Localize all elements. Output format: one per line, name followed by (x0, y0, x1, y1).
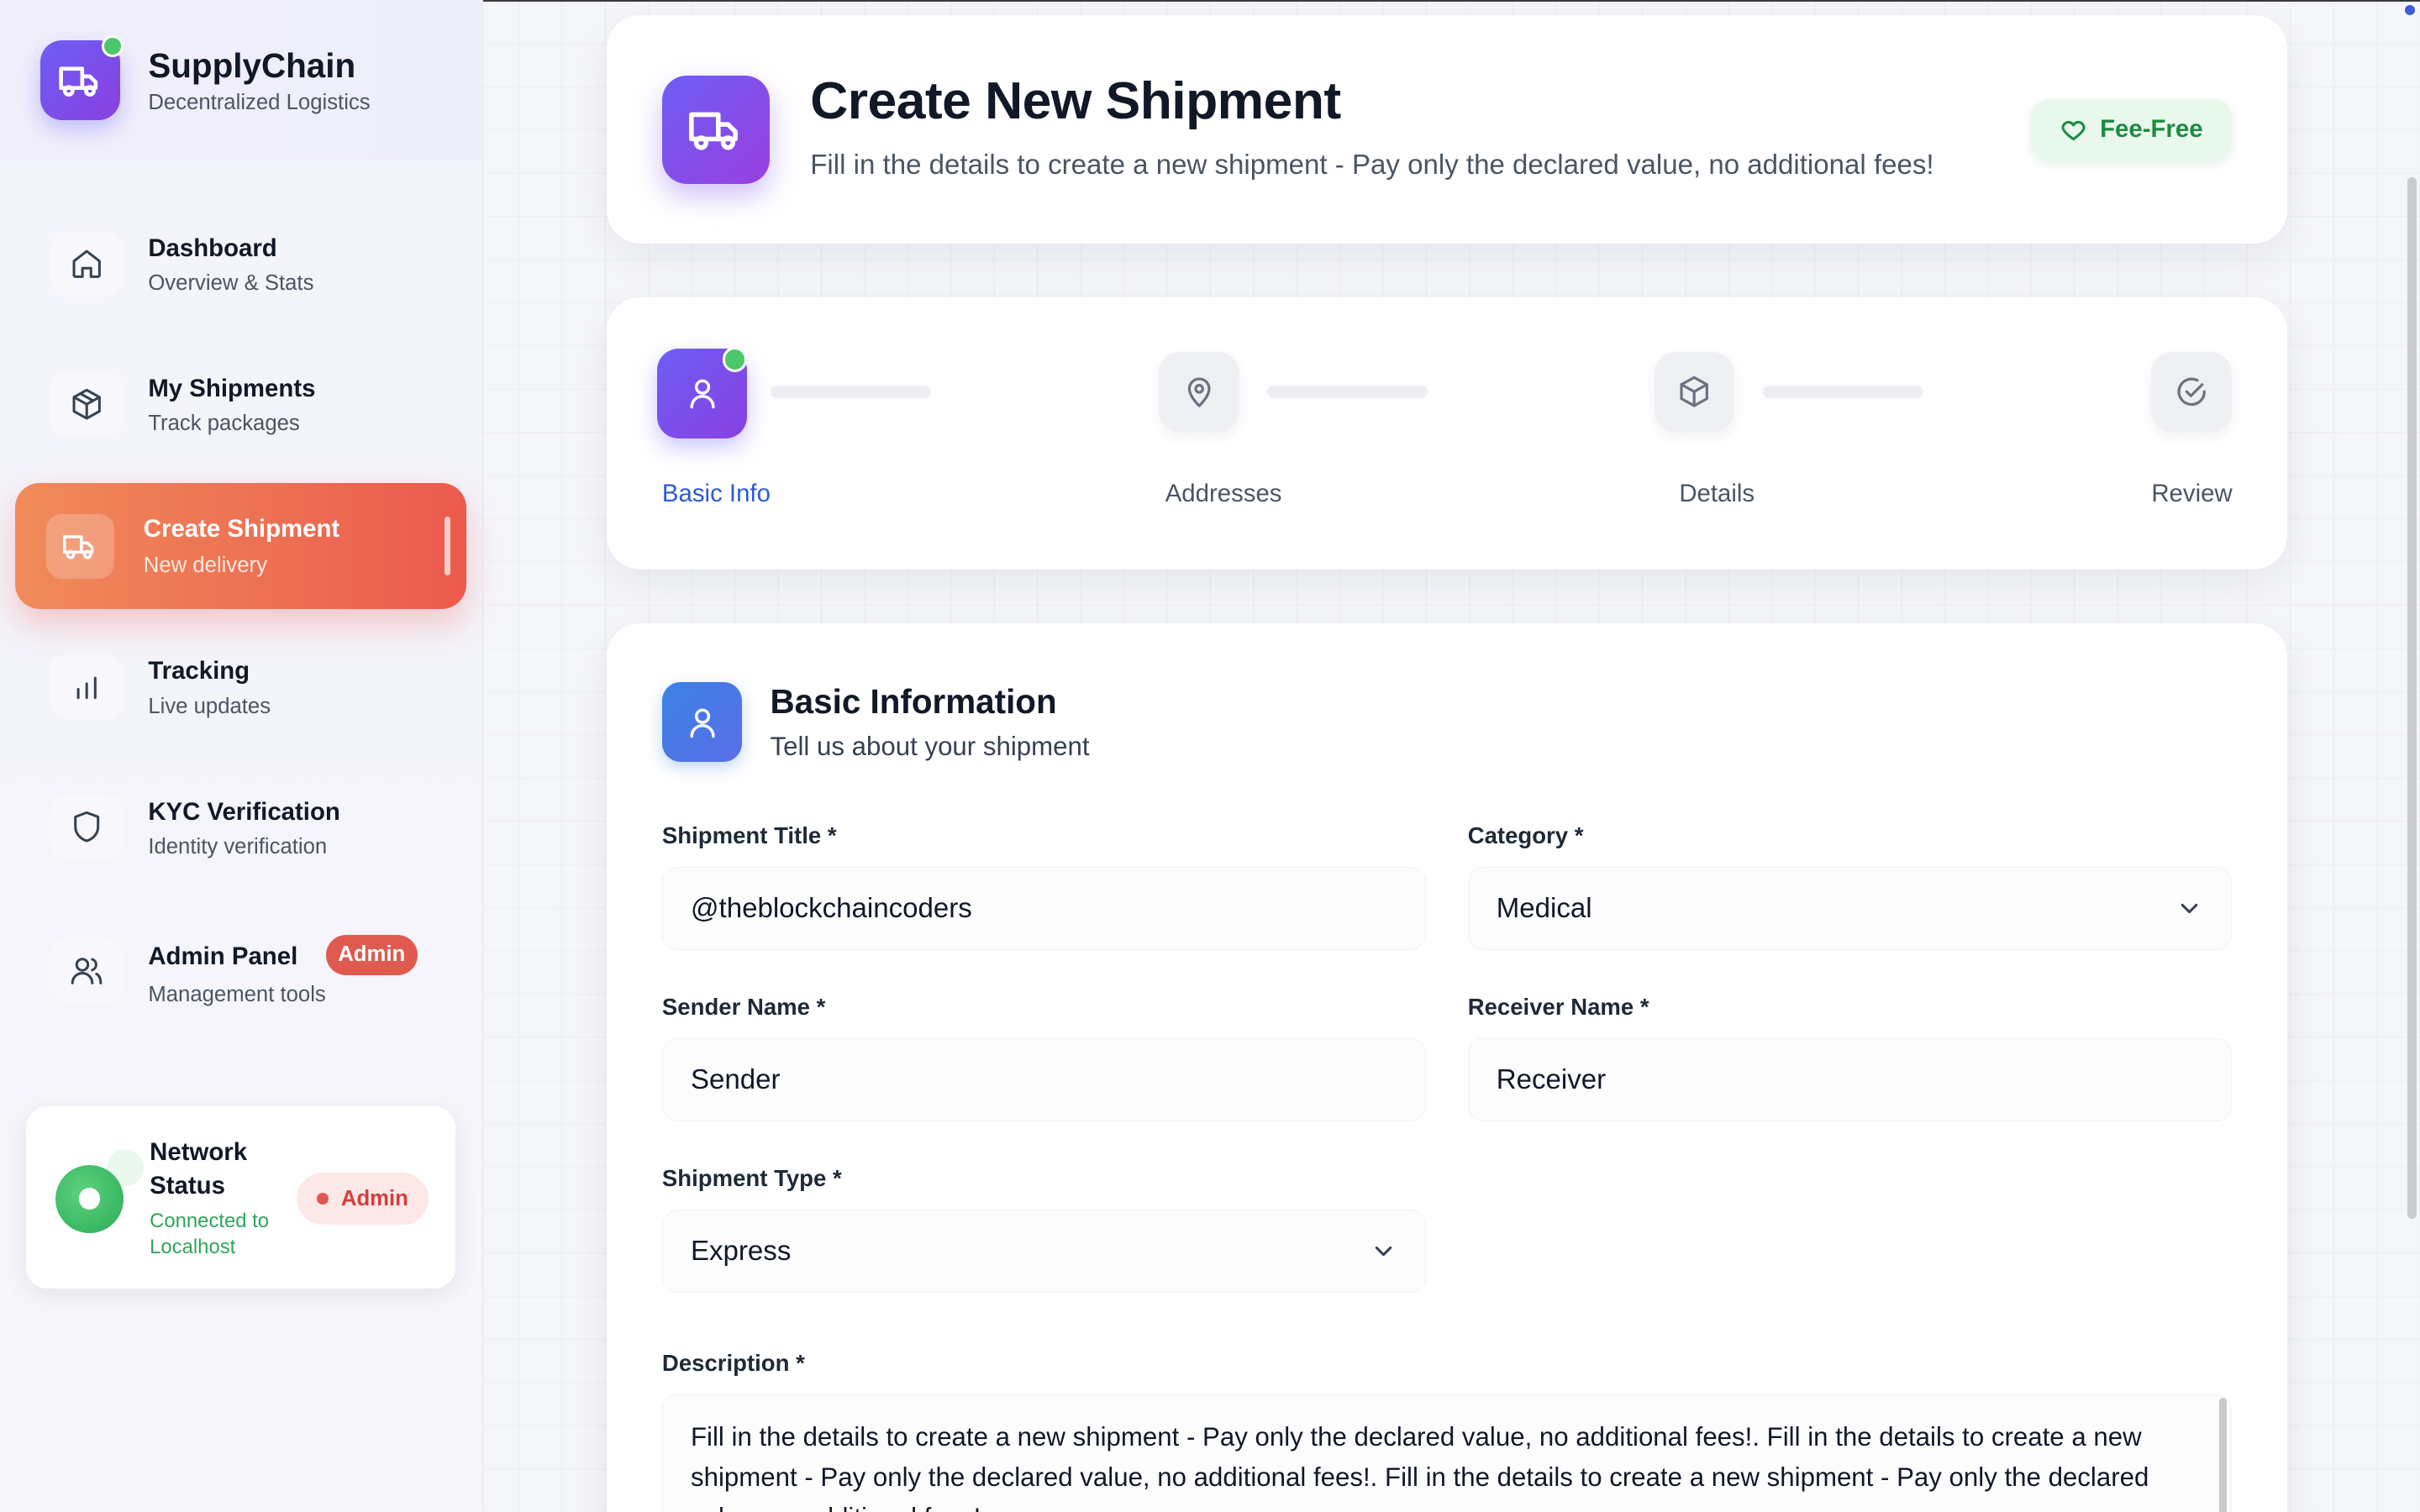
package-icon (1680, 376, 1709, 407)
shipment-type-select[interactable]: Express (661, 1209, 1427, 1294)
status-dot-icon (316, 1192, 329, 1205)
progress-steps-card: Basic Info Addresses Details Review (606, 297, 2287, 570)
fee-free-label: Fee-Free (2100, 115, 2203, 144)
header-icon (661, 75, 771, 184)
sidebar-item-title: Admin Panel (148, 942, 298, 971)
receiver-name-value: Receiver (1496, 1063, 1607, 1095)
sidebar-item-create-shipment[interactable]: Create Shipment New delivery (15, 482, 466, 610)
step-label-review[interactable]: Review (2151, 480, 2232, 508)
sidebar-item-title: Create Shipment (143, 515, 340, 543)
online-indicator (102, 35, 124, 57)
step-connector (1762, 386, 1923, 398)
sidebar-item-subtitle: Track packages (148, 412, 300, 436)
page-title: Create New Shipment (810, 71, 1341, 131)
sidebar-item-title: Dashboard (148, 234, 277, 263)
user-icon (690, 379, 715, 409)
truck-icon (59, 66, 98, 97)
cursor-indicator (2404, 4, 2416, 16)
step-complete-indicator (722, 347, 747, 372)
sidebar-item-my-shipments[interactable]: My Shipments Track packages (15, 341, 466, 468)
brand-subtitle: Decentralized Logistics (148, 91, 371, 115)
step-connector (1266, 386, 1428, 398)
sidebar-item-subtitle: Live updates (148, 694, 271, 718)
sidebar-item-subtitle: Management tools (148, 982, 326, 1006)
category-label: Category * (1467, 822, 1584, 848)
brand-title: SupplyChain (148, 46, 356, 86)
chevron-down-icon (1370, 1237, 1397, 1265)
section-title: Basic Information (770, 681, 1057, 721)
step-review[interactable] (2151, 351, 2232, 433)
sidebar: SupplyChain Decentralized Logistics Dash… (0, 0, 483, 1512)
sidebar-item-title: My Shipments (148, 375, 316, 403)
step-connector (770, 386, 931, 398)
page-header-card: Create New Shipment Fill in the details … (606, 15, 2287, 244)
bar-chart-icon (49, 654, 124, 719)
truck-icon (689, 113, 739, 150)
section-icon (661, 681, 743, 763)
step-label-addresses[interactable]: Addresses (1165, 480, 1282, 508)
network-role-label: Admin (340, 1186, 408, 1210)
sidebar-item-subtitle: Overview & Stats (148, 271, 314, 296)
receiver-name-input[interactable]: Receiver (1467, 1038, 2232, 1122)
shipment-title-value: @theblockchaincoders (690, 892, 972, 924)
step-addresses[interactable] (1159, 351, 1239, 433)
shipment-type-value: Express (690, 1235, 792, 1267)
network-status-icon (55, 1164, 124, 1233)
network-role-badge: Admin (296, 1172, 429, 1226)
active-indicator (444, 517, 451, 576)
sidebar-item-dashboard[interactable]: Dashboard Overview & Stats (15, 201, 466, 328)
admin-badge: Admin (325, 935, 418, 975)
page-subtitle: Fill in the details to create a new ship… (810, 150, 1934, 181)
user-icon (690, 708, 715, 738)
category-select[interactable]: Medical (1467, 867, 2232, 951)
sidebar-item-subtitle: New delivery (143, 554, 267, 578)
fee-free-badge: Fee-Free (2031, 98, 2232, 160)
network-status-text: Connected to Localhost (150, 1210, 270, 1259)
description-label: Description * (661, 1350, 805, 1377)
map-pin-icon (1187, 377, 1211, 407)
basic-information-form: Basic Information Tell us about your shi… (606, 623, 2287, 1512)
sidebar-item-title: Tracking (148, 657, 250, 685)
home-icon (49, 231, 124, 297)
network-status-card: Network Status Connected to Localhost Ad… (26, 1105, 455, 1289)
sidebar-item-title: KYC Verification (148, 797, 340, 826)
step-details[interactable] (1654, 351, 1735, 433)
sidebar-item-admin-panel[interactable]: Admin Panel Admin Management tools (15, 907, 466, 1034)
sidebar-item-tracking[interactable]: Tracking Live updates (15, 623, 466, 750)
category-value: Medical (1496, 892, 1592, 924)
step-label-details[interactable]: Details (1679, 480, 1754, 508)
step-label-basic-info[interactable]: Basic Info (662, 480, 771, 508)
receiver-name-label: Receiver Name * (1467, 993, 1649, 1020)
network-status-title: Network Status (150, 1137, 248, 1200)
description-textarea[interactable]: Fill in the details to create a new ship… (661, 1394, 2232, 1512)
sender-name-value: Sender (690, 1063, 781, 1095)
sidebar-item-kyc-verification[interactable]: KYC Verification Identity verification (15, 764, 466, 890)
users-icon (49, 937, 124, 1003)
sender-name-input[interactable]: Sender (661, 1038, 1427, 1122)
heart-icon (2061, 120, 2086, 140)
shipment-title-label: Shipment Title * (661, 822, 837, 848)
shipment-type-label: Shipment Type * (661, 1164, 842, 1191)
chevron-down-icon (2175, 895, 2203, 922)
shipment-title-input[interactable]: @theblockchaincoders (661, 867, 1427, 951)
page-scrollbar[interactable] (2407, 177, 2417, 1219)
sender-name-label: Sender Name * (661, 993, 826, 1020)
shield-icon (49, 794, 124, 860)
textarea-scrollbar[interactable] (2219, 1398, 2228, 1512)
section-subtitle: Tell us about your shipment (770, 731, 1090, 761)
package-icon (49, 371, 124, 437)
check-circle-icon (2177, 377, 2206, 407)
sidebar-item-subtitle: Identity verification (148, 834, 328, 858)
brand-header: SupplyChain Decentralized Logistics (0, 0, 482, 161)
truck-icon (46, 513, 114, 579)
